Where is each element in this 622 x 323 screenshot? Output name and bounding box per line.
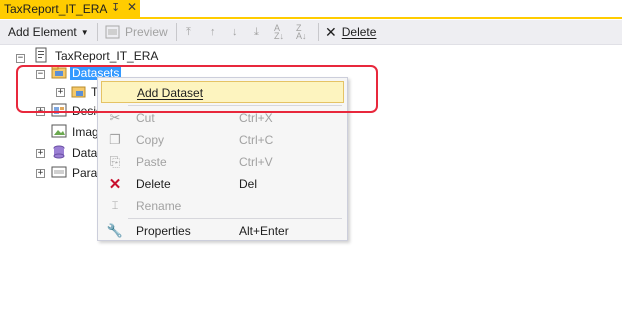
designer-toolbar: Add Element ▼ Preview ⤒ ↑ ↓ ⤓ A Z↓ Z A↓ ✕ … — [0, 20, 622, 45]
menu-item-shortcut: Ctrl+X — [239, 111, 273, 125]
add-element-button[interactable]: Add Element ▼ — [8, 23, 89, 41]
wrench-icon: 🔧 — [106, 223, 124, 238]
report-icon — [35, 47, 47, 63]
collapse-toggle[interactable]: − — [36, 70, 45, 79]
menu-item-label: Properties — [136, 224, 191, 238]
move-bottom-button[interactable]: ⤓ — [254, 23, 259, 41]
sort-descending-icon: Z A↓ — [296, 23, 307, 41]
document-tab-title: TaxReport_IT_ERA — [4, 1, 108, 16]
menu-item-label: Delete — [136, 177, 171, 191]
close-icon[interactable]: ✕ — [127, 0, 137, 14]
move-up-icon: ↑ — [210, 26, 216, 38]
data-sources-icon — [53, 145, 65, 159]
menu-item-rename[interactable]: ⌶ Rename — [101, 195, 344, 217]
rename-icon: ⌶ — [111, 199, 119, 212]
toolbar-delete-button[interactable]: ✕ Delete — [325, 23, 376, 41]
menu-item-paste[interactable]: ⎘ Paste Ctrl+V — [101, 151, 344, 173]
menu-item-add-dataset[interactable]: Add Dataset — [101, 81, 344, 103]
toolbar-separator — [318, 23, 319, 41]
delete-x-icon: ✕ — [325, 23, 337, 40]
menu-item-shortcut: Del — [239, 177, 258, 191]
tree-node-parameters[interactable]: Para — [72, 166, 97, 180]
document-tab[interactable]: TaxReport_IT_ERA ↧ ✕ — [0, 0, 140, 17]
move-bottom-icon: ⤓ — [254, 25, 259, 38]
toolbar-separator — [97, 23, 98, 41]
menu-separator — [128, 218, 342, 219]
context-menu: Add Dataset ✂ Cut Ctrl+X ❐ Copy Ctrl+C ⎘… — [97, 77, 348, 241]
menu-item-shortcut: Ctrl+V — [239, 155, 273, 169]
move-top-button[interactable]: ⤒ — [186, 23, 191, 41]
dropdown-arrow-icon: ▼ — [80, 27, 89, 37]
menu-separator — [128, 105, 342, 106]
menu-item-shortcut: Ctrl+C — [239, 133, 274, 147]
toolbar-separator — [176, 23, 177, 41]
collapse-toggle[interactable]: − — [16, 54, 25, 63]
sort-ascending-icon: A Z↓ — [274, 23, 284, 41]
datasets-folder-icon — [51, 65, 67, 79]
menu-item-cut[interactable]: ✂ Cut Ctrl+X — [101, 107, 344, 129]
menu-item-delete[interactable]: ✕ Delete Del — [101, 173, 344, 195]
move-down-button[interactable]: ↓ — [232, 23, 238, 41]
scissors-icon: ✂ — [109, 110, 121, 125]
menu-item-label: Cut — [136, 111, 155, 125]
parameters-icon — [51, 166, 67, 178]
delete-x-icon: ✕ — [108, 176, 122, 193]
tree-node-images[interactable]: Imag — [72, 125, 99, 139]
sort-descending-button[interactable]: Z A↓ — [296, 23, 307, 41]
move-top-icon: ⤒ — [186, 25, 191, 38]
menu-item-copy[interactable]: ❐ Copy Ctrl+C — [101, 129, 344, 151]
tree-node-data[interactable]: Data — [72, 146, 97, 160]
toolbar-delete-label: Delete — [341, 25, 377, 39]
tree-root-label[interactable]: TaxReport_IT_ERA — [55, 49, 158, 63]
preview-icon — [105, 25, 120, 39]
preview-button[interactable]: Preview — [105, 23, 168, 41]
menu-item-label: Rename — [136, 199, 182, 213]
document-tab-strip: TaxReport_IT_ERA ↧ ✕ — [0, 0, 622, 19]
menu-item-label: Paste — [136, 155, 167, 169]
copy-icon: ❐ — [109, 132, 121, 147]
images-icon — [51, 124, 67, 138]
sort-ascending-button[interactable]: A Z↓ — [274, 23, 284, 41]
menu-item-properties[interactable]: 🔧 Properties Alt+Enter — [101, 220, 344, 242]
move-down-icon: ↓ — [232, 26, 238, 38]
paste-icon: ⎘ — [109, 154, 121, 169]
tab-accent-bar — [0, 17, 622, 19]
add-element-label: Add Element — [8, 25, 77, 39]
pin-icon[interactable]: ↧ — [111, 1, 120, 14]
expand-toggle[interactable]: + — [56, 88, 65, 97]
move-up-button[interactable]: ↑ — [210, 23, 216, 41]
menu-item-label: Copy — [136, 133, 165, 147]
menu-item-shortcut: Alt+Enter — [239, 224, 289, 238]
menu-item-label: Add Dataset — [137, 86, 204, 100]
expand-toggle[interactable]: + — [36, 107, 45, 116]
expand-toggle[interactable]: + — [36, 169, 45, 178]
expand-toggle[interactable]: + — [36, 149, 45, 158]
preview-label: Preview — [125, 25, 168, 39]
design-icon — [51, 103, 67, 117]
dataset-icon — [71, 86, 86, 98]
